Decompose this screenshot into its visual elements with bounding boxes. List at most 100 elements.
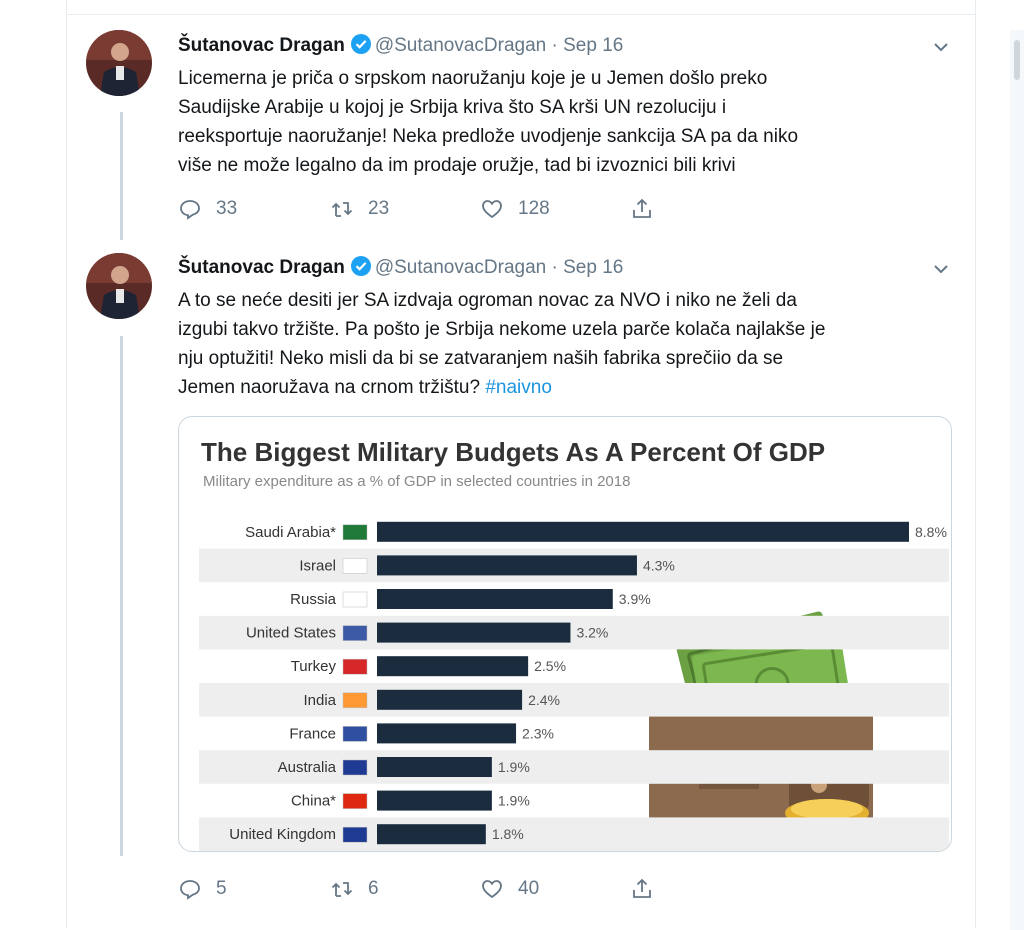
tweet-date[interactable]: Sep 16 <box>563 35 623 56</box>
category-label: Russia <box>290 591 337 608</box>
reply-button[interactable]: 33 <box>178 194 237 224</box>
avatar-photo <box>86 30 152 96</box>
category-label: United Kingdom <box>229 826 336 843</box>
flag-shape <box>342 759 368 776</box>
like-button[interactable]: 128 <box>480 194 550 224</box>
country-flag-icon <box>342 726 368 742</box>
tweet-actions: 5 6 40 <box>178 874 738 904</box>
value-label: 1.8% <box>492 826 524 842</box>
bar-chart: Saudi Arabia* 8.8% Israel 4.3% Russia 3.9% Uni… <box>199 521 949 851</box>
country-flag-icon <box>342 692 368 709</box>
hashtag-link[interactable]: #naivno <box>485 377 552 398</box>
category-label: Australia <box>278 759 337 776</box>
country-flag-icon <box>342 793 368 809</box>
like-button[interactable]: 40 <box>480 874 539 904</box>
value-label: 1.9% <box>498 793 530 809</box>
bar <box>377 757 492 777</box>
tweet-text-line: nju optužiti! Neko misli da bi se zatvar… <box>178 348 784 369</box>
heart-icon <box>482 200 502 219</box>
flag-shape <box>342 658 368 675</box>
flag-shape <box>342 692 368 709</box>
reply-button[interactable]: 5 <box>178 874 227 904</box>
share-icon <box>633 198 651 218</box>
chevron-down-icon[interactable] <box>930 36 952 58</box>
flag-shape <box>342 793 368 809</box>
bar <box>377 689 523 710</box>
country-flag-icon <box>342 826 368 843</box>
heart-icon <box>482 880 502 899</box>
tweet-text-line-end: Jemen naoružava na crnom tržištu? <box>178 377 481 398</box>
country-flag-icon <box>342 558 368 574</box>
reply-icon <box>180 880 200 900</box>
value-label: 3.9% <box>619 591 651 607</box>
retweet-button[interactable]: 6 <box>330 874 379 904</box>
value-label: 4.3% <box>643 557 675 573</box>
flag-shape <box>342 558 368 574</box>
like-count: 40 <box>518 878 540 899</box>
flag-shape <box>342 524 368 541</box>
country-flag-icon <box>342 625 368 641</box>
separator-dot: · <box>551 35 558 56</box>
share-button[interactable] <box>630 874 668 904</box>
author-name[interactable]: Šutanovac Dragan <box>178 35 345 56</box>
country-flag-icon <box>342 658 368 675</box>
bar <box>377 824 486 845</box>
category-label: India <box>303 692 336 709</box>
value-label: 2.3% <box>522 725 554 741</box>
tweet-text-line: A to se neće desiti jer SA izdvaja ogrom… <box>178 290 797 311</box>
reply-count: 5 <box>216 878 227 899</box>
avatar-photo <box>86 253 152 319</box>
bar <box>377 521 909 542</box>
flag-shape <box>342 726 368 742</box>
category-label: France <box>289 725 336 742</box>
category-label: Saudi Arabia* <box>245 524 336 541</box>
avatar[interactable] <box>86 253 152 319</box>
tweet-header: Šutanovac Dragan @SutanovacDragan · Sep 1… <box>178 256 623 279</box>
page-scrollbar[interactable] <box>1010 30 1024 930</box>
category-label: Israel <box>299 557 336 574</box>
share-button[interactable] <box>630 194 668 224</box>
author-handle[interactable]: @SutanovacDragan <box>375 35 546 56</box>
tweet-actions: 33 23 128 <box>178 194 738 224</box>
value-label: 3.2% <box>576 625 608 641</box>
country-flag-icon <box>342 759 368 776</box>
retweet-button[interactable]: 23 <box>330 194 389 224</box>
flag-shape <box>342 826 368 843</box>
category-label: Turkey <box>291 658 337 675</box>
author-handle[interactable]: @SutanovacDragan <box>375 257 546 278</box>
tweet-date[interactable]: Sep 16 <box>563 257 623 278</box>
bar <box>377 656 529 677</box>
tweet-header: Šutanovac Dragan @SutanovacDragan · Sep 1… <box>178 34 623 57</box>
retweet-count: 6 <box>368 878 379 899</box>
value-label: 2.5% <box>534 658 566 674</box>
tweet-text: A to se neće desiti jer SA izdvaja ogrom… <box>178 286 938 402</box>
tweet-text-line: više ne može legalno da im prodaje oružj… <box>178 155 736 176</box>
verified-badge-icon <box>350 34 371 54</box>
thread-connector-line <box>120 336 123 856</box>
bar <box>377 723 517 744</box>
tweet-text-line: Saudijske Arabije u kojoj je Srbija kriv… <box>178 97 727 118</box>
scrollbar-thumb[interactable] <box>1014 40 1020 80</box>
tweet-text: Licemerna je priča o srpskom naoružanju … <box>178 64 938 180</box>
bar <box>377 555 637 576</box>
retweet-count: 23 <box>368 198 390 219</box>
flag-shape <box>342 591 368 608</box>
category-label: China* <box>291 793 336 810</box>
tweet-text-line: Jemen naoružava na crnom tržištu? #naivn… <box>178 373 938 402</box>
thread-connector-line <box>120 112 123 240</box>
tweet-text-line: izgubi takvo tržište. Pa pošto je Srbija… <box>178 319 826 340</box>
avatar[interactable] <box>86 30 152 96</box>
country-flag-icon <box>342 591 368 608</box>
attached-image-card[interactable]: The Biggest Military Budgets As A Percen… <box>178 416 952 852</box>
country-flag-icon <box>342 524 368 541</box>
author-name[interactable]: Šutanovac Dragan <box>178 257 345 278</box>
retweet-icon <box>331 882 353 897</box>
reply-count: 33 <box>216 198 238 219</box>
flag-shape <box>342 625 368 641</box>
retweet-icon <box>331 202 353 217</box>
reply-icon <box>180 200 200 220</box>
category-label: United States <box>246 625 336 642</box>
chevron-down-icon[interactable] <box>930 258 952 280</box>
tweet-text-line: reeksportuje naoružanje! Neka predlože u… <box>178 126 799 147</box>
verified-badge-icon <box>350 256 371 276</box>
